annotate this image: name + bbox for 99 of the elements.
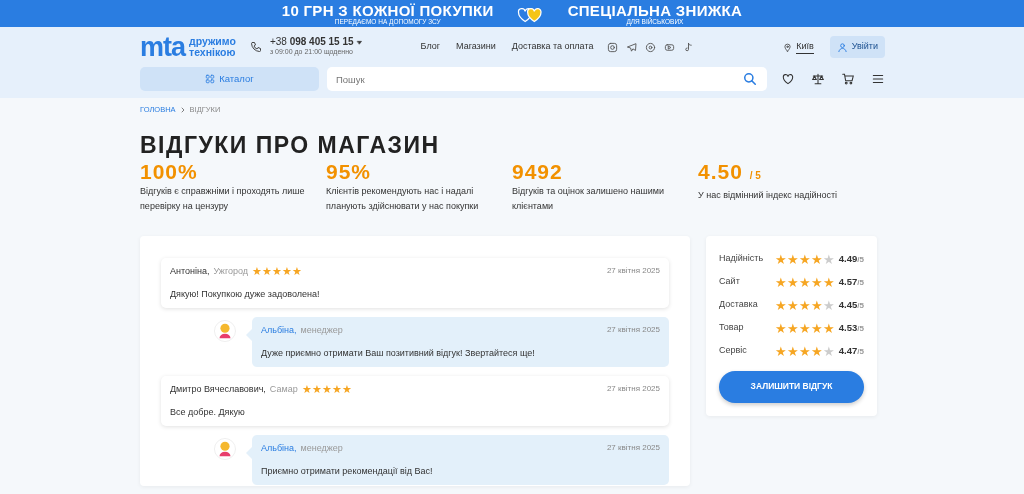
login-button[interactable]: Увійти <box>829 36 885 58</box>
star-icon: ★ <box>786 321 799 335</box>
star-icon: ★ <box>786 275 799 289</box>
star-icon: ★ <box>272 265 283 277</box>
stat-description: У нас відмінний індекс надійності <box>698 188 839 202</box>
reply-text: Приємно отримати рекомендації від Вас! <box>261 465 434 479</box>
review-text: Все добре. Дякую <box>170 406 246 420</box>
rating-value: 4.53/5 <box>838 320 864 335</box>
review-text: Дякую! Покупкою дуже задоволена! <box>170 288 321 302</box>
star-icon: ★ <box>774 344 787 358</box>
star-icon: ★ <box>311 383 322 395</box>
caret-icon[interactable] <box>355 39 363 47</box>
review-date: 27 квітня 2025 <box>606 383 660 396</box>
star-icon: ★ <box>810 298 823 312</box>
menu-icon[interactable] <box>871 72 885 86</box>
rating-value: 4.47/5 <box>838 343 864 358</box>
rating-value: 4.57/5 <box>838 274 864 289</box>
promo-title: 10 ГРН З КОЖНОЇ ПОКУПКИ <box>281 2 494 18</box>
avatar-icon <box>214 319 236 342</box>
reply-text: Дуже приємно отримати Ваш позитивний відгук! Звертайтеся ще! <box>261 347 536 361</box>
star-icon: ★ <box>810 344 823 358</box>
star-icon: ★ <box>810 321 823 335</box>
star-icon: ★ <box>798 298 811 312</box>
review-date: 27 квітня 2025 <box>606 265 660 278</box>
reply-role: менеджер <box>300 441 343 455</box>
rating-value: 4.45/5 <box>838 297 864 312</box>
star-icon: ★ <box>292 265 303 277</box>
stat-value: 95% <box>326 159 373 184</box>
nav-link[interactable]: Магазини <box>456 40 496 54</box>
music-note-icon[interactable] <box>683 41 695 53</box>
star-icon: ★ <box>798 344 811 358</box>
phone-number[interactable]: +38 098 405 15 15 <box>269 36 363 48</box>
star-icon: ★ <box>774 252 787 266</box>
avatar-icon <box>214 437 236 460</box>
review-city: Самар <box>269 382 298 396</box>
star-icon: ★ <box>301 383 312 395</box>
rating-label: Надійність <box>719 252 765 266</box>
stat-value: 9492 <box>512 159 564 184</box>
star-icon: ★ <box>282 265 293 277</box>
page-title: ВІДГУКИ ПРО МАГАЗИН <box>140 132 441 160</box>
star-icon: ★ <box>321 383 332 395</box>
paper-plane-icon[interactable] <box>626 41 638 53</box>
star-icon: ★ <box>798 275 811 289</box>
stat-description: Відгуків є справжніми і проходять лише перевірку на цензуру <box>140 184 306 213</box>
rating-label: Сайт <box>719 275 741 289</box>
star-icon: ★ <box>252 265 263 277</box>
star-icon: ★ <box>822 344 835 358</box>
star-icon: ★ <box>798 321 811 335</box>
rating-value: 4.49/5 <box>838 251 864 266</box>
search-icon[interactable] <box>743 72 757 86</box>
leave-review-button[interactable]: ЗАЛИШИТИ ВІДГУК <box>719 370 864 403</box>
logo-mark: mta <box>140 35 185 59</box>
reply-date: 27 квітня 2025 <box>606 442 660 455</box>
reply-role: менеджер <box>300 323 343 337</box>
heart-icon[interactable] <box>781 72 795 86</box>
nav-link[interactable]: Доставка та оплата <box>511 40 594 54</box>
search-field[interactable]: Пошук <box>327 67 767 91</box>
city-link[interactable]: Київ <box>796 39 814 55</box>
rating-label: Товар <box>719 321 745 335</box>
star-icon: ★ <box>822 321 835 335</box>
scales-icon[interactable] <box>811 72 825 86</box>
cart-icon[interactable] <box>841 72 855 86</box>
logo-tagline: дружимо технікою <box>189 36 236 58</box>
nav-link[interactable]: Блог <box>420 40 441 54</box>
star-icon: ★ <box>822 275 835 289</box>
grid-icon <box>205 74 216 84</box>
instagram-icon[interactable] <box>607 41 619 53</box>
chevron-icon <box>179 107 186 113</box>
reply-author: Альбіна, <box>261 323 297 337</box>
user-icon <box>836 41 848 53</box>
stat-description: Відгуків та оцінок залишено нашими клієнтами <box>512 184 665 213</box>
stat-value: 4.50 / 5 <box>698 159 762 185</box>
rating-label: Сервіс <box>719 344 748 358</box>
stat-description: Клієнтів рекомендують нас і надалі планують здійснювати у нас покупки <box>326 184 480 213</box>
star-icon: ★ <box>786 344 799 358</box>
star-icon: ★ <box>798 252 811 266</box>
star-icon: ★ <box>774 321 787 335</box>
star-icon: ★ <box>822 252 835 266</box>
rating-label: Доставка <box>719 298 759 312</box>
star-icon: ★ <box>341 383 352 395</box>
review-city: Ужгород <box>213 264 249 278</box>
star-icon: ★ <box>822 298 835 312</box>
location-pin-icon <box>783 42 793 52</box>
star-icon: ★ <box>262 265 273 277</box>
star-icon: ★ <box>786 252 799 266</box>
star-icon: ★ <box>810 275 823 289</box>
stat-value: 100% <box>140 159 199 184</box>
star-icon: ★ <box>810 252 823 266</box>
review-author: Дмитро Вячеславович, <box>170 382 266 396</box>
star-icon: ★ <box>786 298 799 312</box>
reply-date: 27 квітня 2025 <box>606 324 660 337</box>
star-icon: ★ <box>331 383 342 395</box>
review-author: Антоніна, <box>170 264 210 278</box>
star-icon: ★ <box>774 298 787 312</box>
youtube-icon[interactable] <box>664 41 676 53</box>
promo-title: СПЕЦІАЛЬНА ЗНИЖКА <box>567 2 743 18</box>
reply-author: Альбіна, <box>261 441 297 455</box>
phone-icon <box>249 41 262 53</box>
star-icon: ★ <box>774 275 787 289</box>
